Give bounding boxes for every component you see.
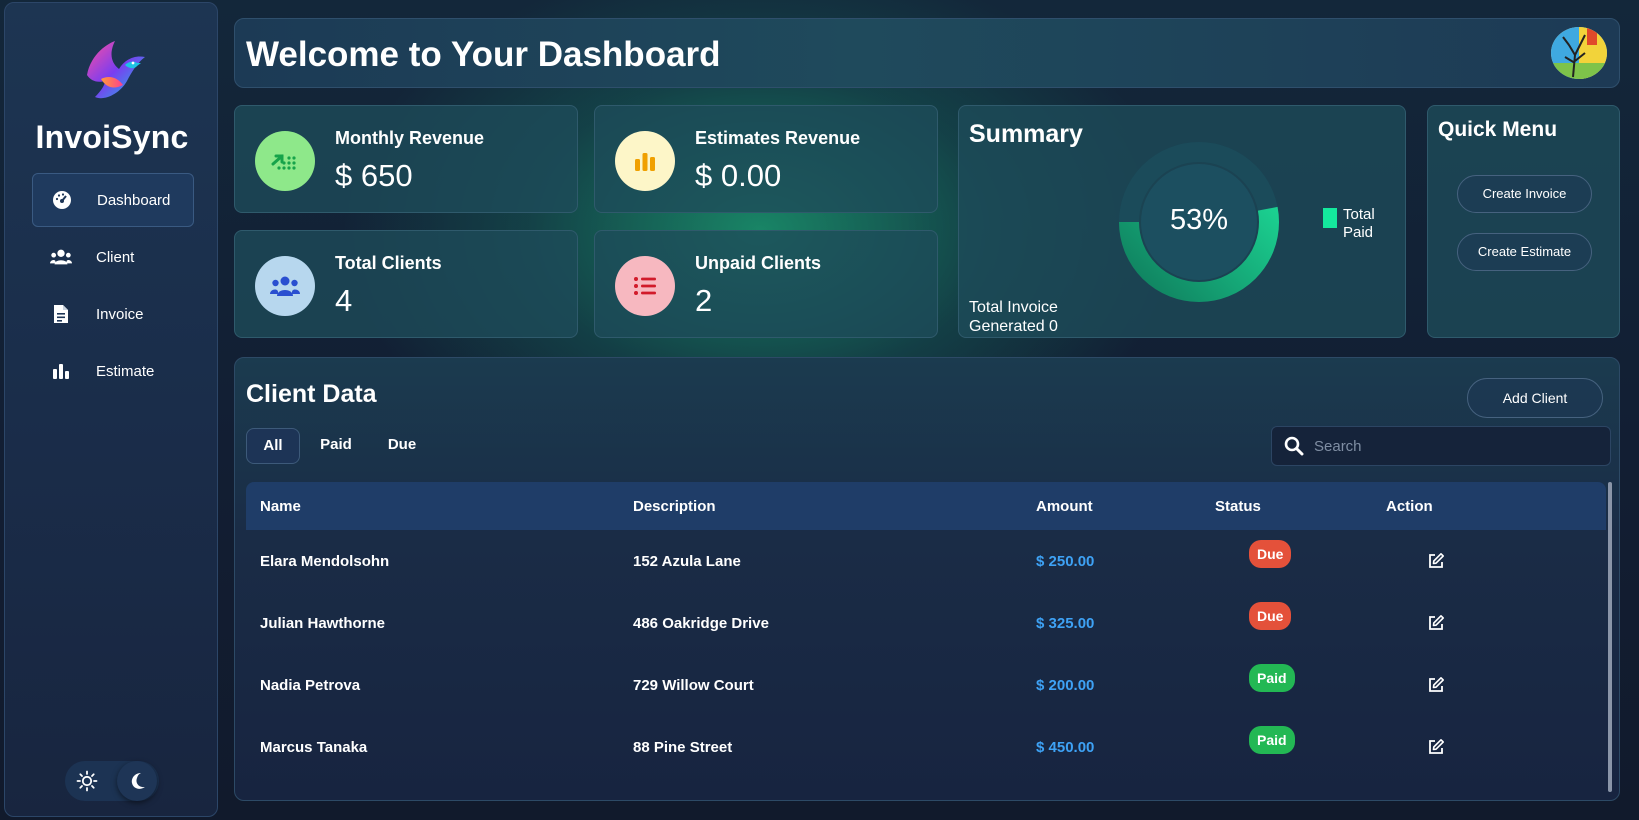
app-root: InvoiSync Dashboard Client Invoice Estim… [0, 0, 1639, 820]
client-data-title: Client Data [246, 380, 377, 408]
cell-amount: $ 250.00 [1036, 552, 1095, 570]
legend-label: Total Paid [1343, 206, 1375, 241]
dashboard-gauge-icon [51, 189, 73, 211]
stat-card-monthly-revenue: Monthly Revenue $ 650 [234, 105, 578, 213]
stat-card-estimates-revenue: Estimates Revenue $ 0.00 [594, 105, 938, 213]
sidebar-item-dashboard[interactable]: Dashboard [32, 173, 194, 227]
column-header-amount[interactable]: Amount [1036, 482, 1093, 530]
stat-value: $ 650 [335, 158, 413, 193]
sidebar-item-estimate[interactable]: Estimate [32, 344, 194, 398]
stat-value: $ 0.00 [695, 158, 782, 193]
cell-amount: $ 450.00 [1036, 738, 1095, 756]
status-cell: Due [1249, 592, 1292, 654]
summary-percent: 53% [1169, 204, 1229, 236]
create-estimate-button[interactable]: Create Estimate [1457, 233, 1592, 271]
quick-menu-card: Quick Menu Create Invoice Create Estimat… [1427, 105, 1620, 338]
tree-avatar-icon[interactable] [1551, 27, 1607, 79]
list-icon [615, 256, 675, 316]
stat-card-unpaid-clients: Unpaid Clients 2 [594, 230, 938, 338]
column-header-action[interactable]: Action [1386, 482, 1433, 530]
quick-menu-title: Quick Menu [1438, 118, 1558, 141]
cell-description: 88 Pine Street [633, 738, 733, 756]
summary-title: Summary [969, 120, 1083, 148]
column-header-name[interactable]: Name [260, 482, 301, 530]
cell-description: 152 Azula Lane [633, 552, 741, 570]
users-icon [255, 256, 315, 316]
moon-icon[interactable] [117, 761, 157, 801]
edit-icon[interactable] [1427, 716, 1445, 778]
table-scrollbar[interactable] [1608, 482, 1612, 792]
column-header-status[interactable]: Status [1215, 482, 1261, 530]
column-header-description[interactable]: Description [633, 482, 716, 530]
cell-amount: $ 200.00 [1036, 676, 1095, 694]
table-row: Nadia Petrova 729 Willow Court $ 200.00 … [246, 654, 1606, 716]
bird-logo-icon [79, 39, 149, 107]
sidebar-item-client[interactable]: Client [32, 230, 194, 284]
bar-chart-icon [615, 131, 675, 191]
stat-value: 2 [695, 283, 713, 318]
status-badge: Paid [1249, 664, 1295, 692]
sidebar-item-label: Estimate [96, 362, 155, 380]
filter-due[interactable]: Due [375, 428, 429, 464]
edit-icon[interactable] [1427, 592, 1445, 654]
search-icon [1284, 436, 1304, 461]
status-badge: Paid [1249, 726, 1295, 754]
trending-up-icon [255, 131, 315, 191]
table-row: Julian Hawthorne 486 Oakridge Drive $ 32… [246, 592, 1606, 654]
sun-icon[interactable] [73, 767, 101, 795]
table-row: Elara Mendolsohn 152 Azula Lane $ 250.00… [246, 530, 1606, 592]
cell-name: Elara Mendolsohn [260, 552, 390, 570]
cell-description: 486 Oakridge Drive [633, 614, 769, 632]
cell-name: Julian Hawthorne [260, 614, 386, 632]
stat-title: Total Clients [335, 253, 442, 273]
stat-card-total-clients: Total Clients 4 [234, 230, 578, 338]
stat-title: Monthly Revenue [335, 128, 485, 148]
summary-footer: Total Invoice Generated 0 [969, 299, 1058, 335]
sidebar-item-invoice[interactable]: Invoice [32, 287, 194, 341]
legend-swatch [1323, 208, 1337, 228]
edit-icon[interactable] [1427, 654, 1445, 716]
cell-name: Nadia Petrova [260, 676, 361, 694]
summary-card: Summary 53% Total Paid Total Invoice Gen… [958, 105, 1406, 338]
client-data-panel: Client Data Add Client All Paid Due Sear… [234, 357, 1620, 801]
brand-name: InvoiSync [35, 119, 189, 155]
status-cell: Paid [1249, 716, 1295, 778]
status-badge: Due [1249, 540, 1292, 568]
status-cell: Paid [1249, 654, 1295, 716]
table-header: Name Description Amount Status Action [246, 482, 1606, 530]
sidebar-item-label: Invoice [96, 305, 144, 323]
status-badge: Due [1249, 602, 1292, 630]
status-cell: Due [1249, 530, 1292, 592]
sidebar-item-label: Dashboard [97, 191, 171, 209]
users-icon [50, 246, 72, 268]
filter-all[interactable]: All [246, 428, 300, 464]
stat-value: 4 [335, 283, 353, 318]
filter-paid[interactable]: Paid [309, 428, 363, 464]
add-client-button[interactable]: Add Client [1467, 378, 1603, 418]
sidebar: InvoiSync Dashboard Client Invoice Estim… [4, 2, 218, 817]
sidebar-item-label: Client [96, 248, 135, 266]
create-invoice-button[interactable]: Create Invoice [1457, 175, 1592, 213]
client-table: Name Description Amount Status Action El… [246, 482, 1606, 792]
header-bar: Welcome to Your Dashboard [234, 18, 1620, 88]
search-input[interactable]: Search [1314, 438, 1362, 455]
document-icon [50, 303, 72, 325]
edit-icon[interactable] [1427, 530, 1445, 592]
summary-legend: Total Paid [1323, 206, 1387, 242]
theme-toggle[interactable] [65, 761, 159, 801]
cell-amount: $ 325.00 [1036, 614, 1095, 632]
cell-description: 729 Willow Court [633, 676, 754, 694]
cell-name: Marcus Tanaka [260, 738, 368, 756]
stat-title: Unpaid Clients [695, 253, 822, 273]
stat-title: Estimates Revenue [695, 128, 861, 148]
table-row: Marcus Tanaka 88 Pine Street $ 450.00 Pa… [246, 716, 1606, 778]
page-title: Welcome to Your Dashboard [246, 35, 721, 74]
bar-chart-icon [50, 360, 72, 382]
search-box[interactable]: Search [1271, 426, 1611, 466]
